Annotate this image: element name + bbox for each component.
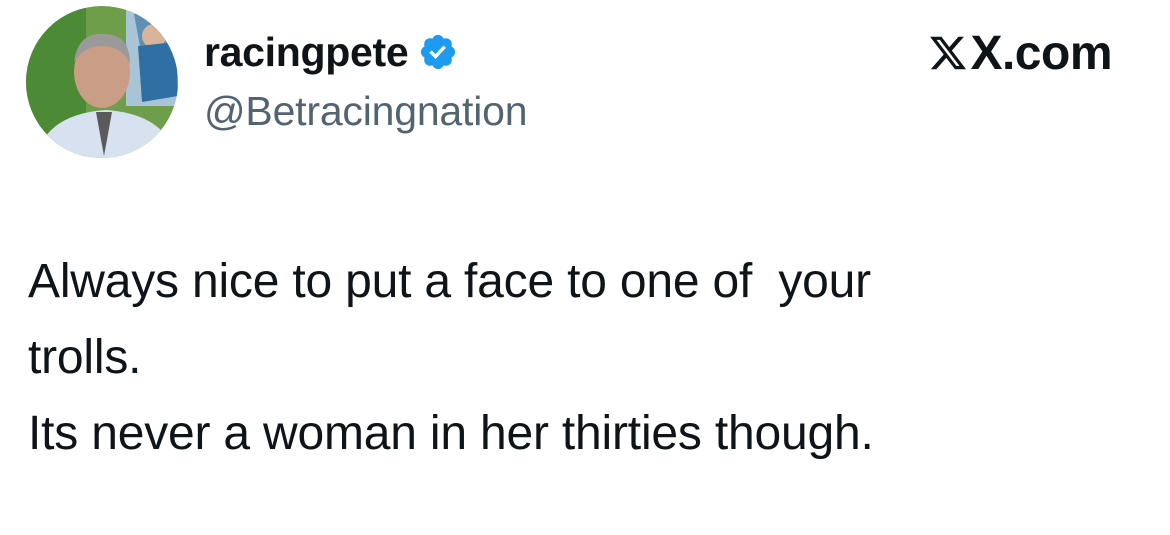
avatar-photo	[26, 6, 178, 158]
avatar[interactable]	[26, 6, 178, 158]
verified-badge-icon	[418, 32, 458, 72]
author-display-name[interactable]: racingpete	[204, 29, 409, 76]
x-logo-icon	[928, 33, 968, 73]
author-handle[interactable]: @Betracingnation	[204, 88, 528, 135]
tweet-text-line: trolls.	[28, 331, 142, 384]
author-name-row: racingpete	[204, 24, 458, 80]
brand-domain: X.com	[970, 26, 1112, 80]
tweet-text-line: Its never a woman in her thirties though…	[28, 407, 874, 460]
tweet-text: Always nice to put a face to one of your…	[28, 244, 1138, 472]
brand-watermark: X.com	[928, 22, 1112, 84]
tweet-text-line: Always nice to put a face to one of your	[28, 255, 871, 308]
